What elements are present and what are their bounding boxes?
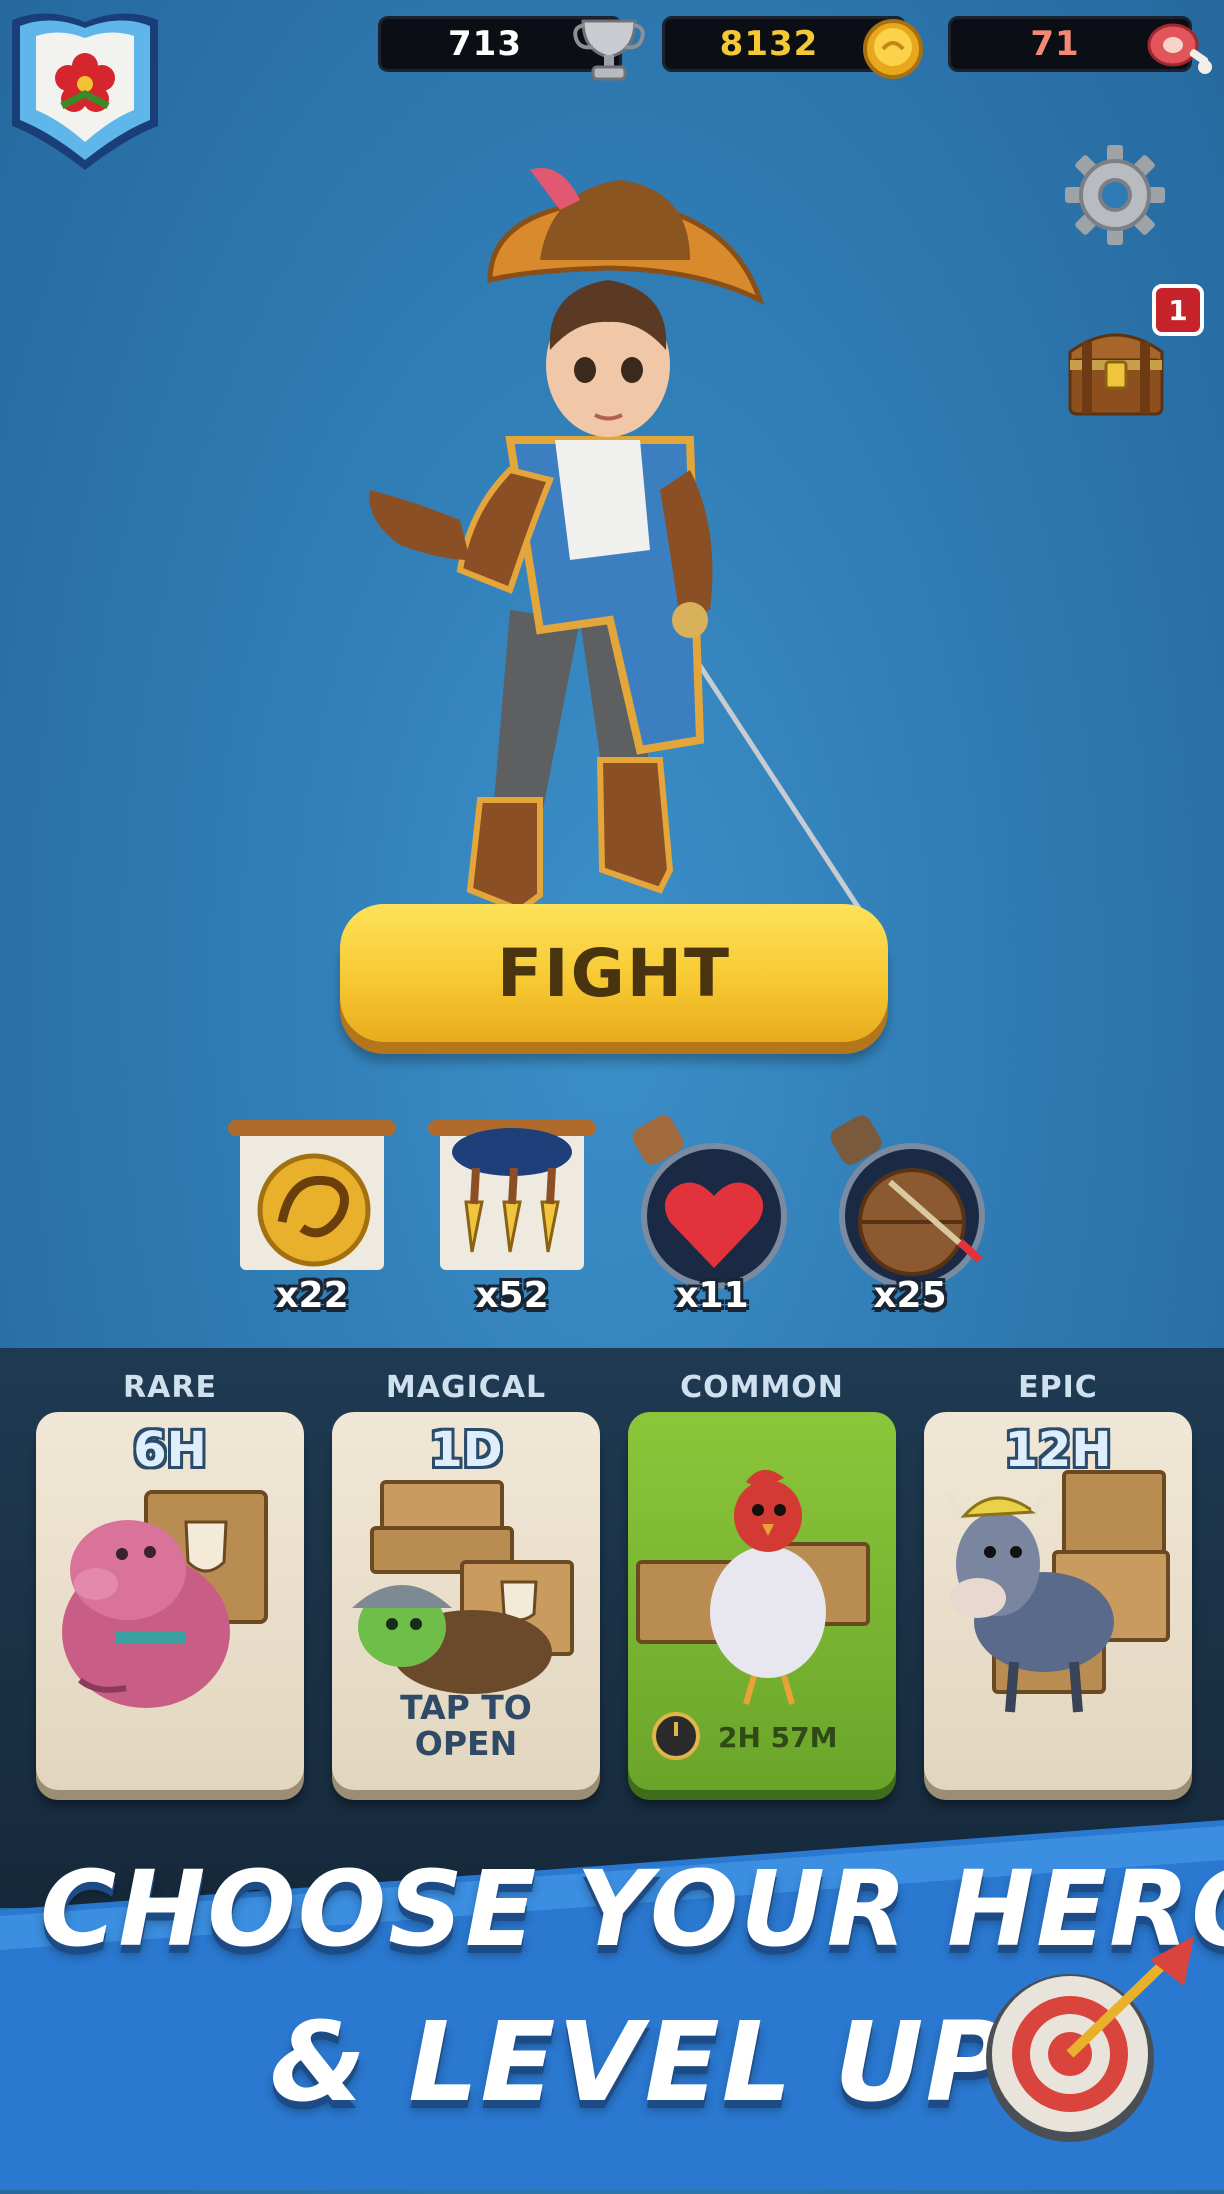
arrow-rain-scroll-icon xyxy=(428,1120,596,1270)
chest-rarity-label: MAGICAL xyxy=(385,1370,547,1405)
promo-title-line2: & LEVEL UP xyxy=(270,1998,1009,2126)
chest-timer: 6H xyxy=(133,1422,207,1478)
chest-slot-rare[interactable]: 6H xyxy=(36,1412,304,1790)
chest-slot-epic[interactable]: 12H xyxy=(924,1412,1192,1790)
meat-counter: 71 xyxy=(948,16,1212,74)
tap-to-open-label: TAP TO OPEN xyxy=(400,1688,532,1763)
meat-icon xyxy=(1147,23,1212,74)
chest-rarity-label: EPIC xyxy=(1018,1370,1098,1405)
chest-slot-common[interactable]: 2H 57M xyxy=(628,1412,896,1790)
chest-rarity-label: COMMON xyxy=(680,1370,844,1405)
coin-counter: 8132 xyxy=(662,16,923,79)
chest-rarity-label: RARE xyxy=(123,1370,217,1405)
musketeer-hero-figure[interactable] xyxy=(340,150,880,914)
dragon-coin-scroll-item[interactable]: x22 xyxy=(222,1112,402,1322)
shield-potion-icon xyxy=(830,1115,985,1289)
chest-timer: 12H xyxy=(1004,1422,1112,1478)
heart-potion-item[interactable]: x11 xyxy=(622,1112,802,1322)
fight-button[interactable]: FIGHT xyxy=(340,904,888,1042)
stopwatch-icon xyxy=(652,1712,700,1760)
settings-gear-icon[interactable] xyxy=(1062,142,1168,248)
trophy-icon xyxy=(573,19,645,81)
chest-timer: 1D xyxy=(429,1422,503,1478)
heart-potion-icon xyxy=(632,1115,787,1289)
item-count: x11 xyxy=(675,1275,749,1316)
item-count: x22 xyxy=(275,1275,349,1316)
item-count: x25 xyxy=(873,1275,947,1316)
chest-countdown: 2H 57M xyxy=(718,1721,838,1754)
chest-notification-badge: 1 xyxy=(1152,284,1204,336)
shield-potion-item[interactable]: x25 xyxy=(820,1112,1000,1322)
arrow-rain-scroll-item[interactable]: x52 xyxy=(422,1112,602,1322)
item-count: x52 xyxy=(475,1275,549,1316)
dragon-coin-scroll-icon xyxy=(228,1120,396,1270)
fight-button-wrapper: FIGHT xyxy=(340,904,888,1054)
chest-slot-magical[interactable]: 1D TAP TO OPEN xyxy=(332,1412,600,1790)
trophy-counter: 713 xyxy=(378,16,645,81)
coin-icon xyxy=(863,19,923,79)
archery-target-icon xyxy=(970,1930,1200,2150)
clan-shield-icon[interactable] xyxy=(6,6,164,174)
